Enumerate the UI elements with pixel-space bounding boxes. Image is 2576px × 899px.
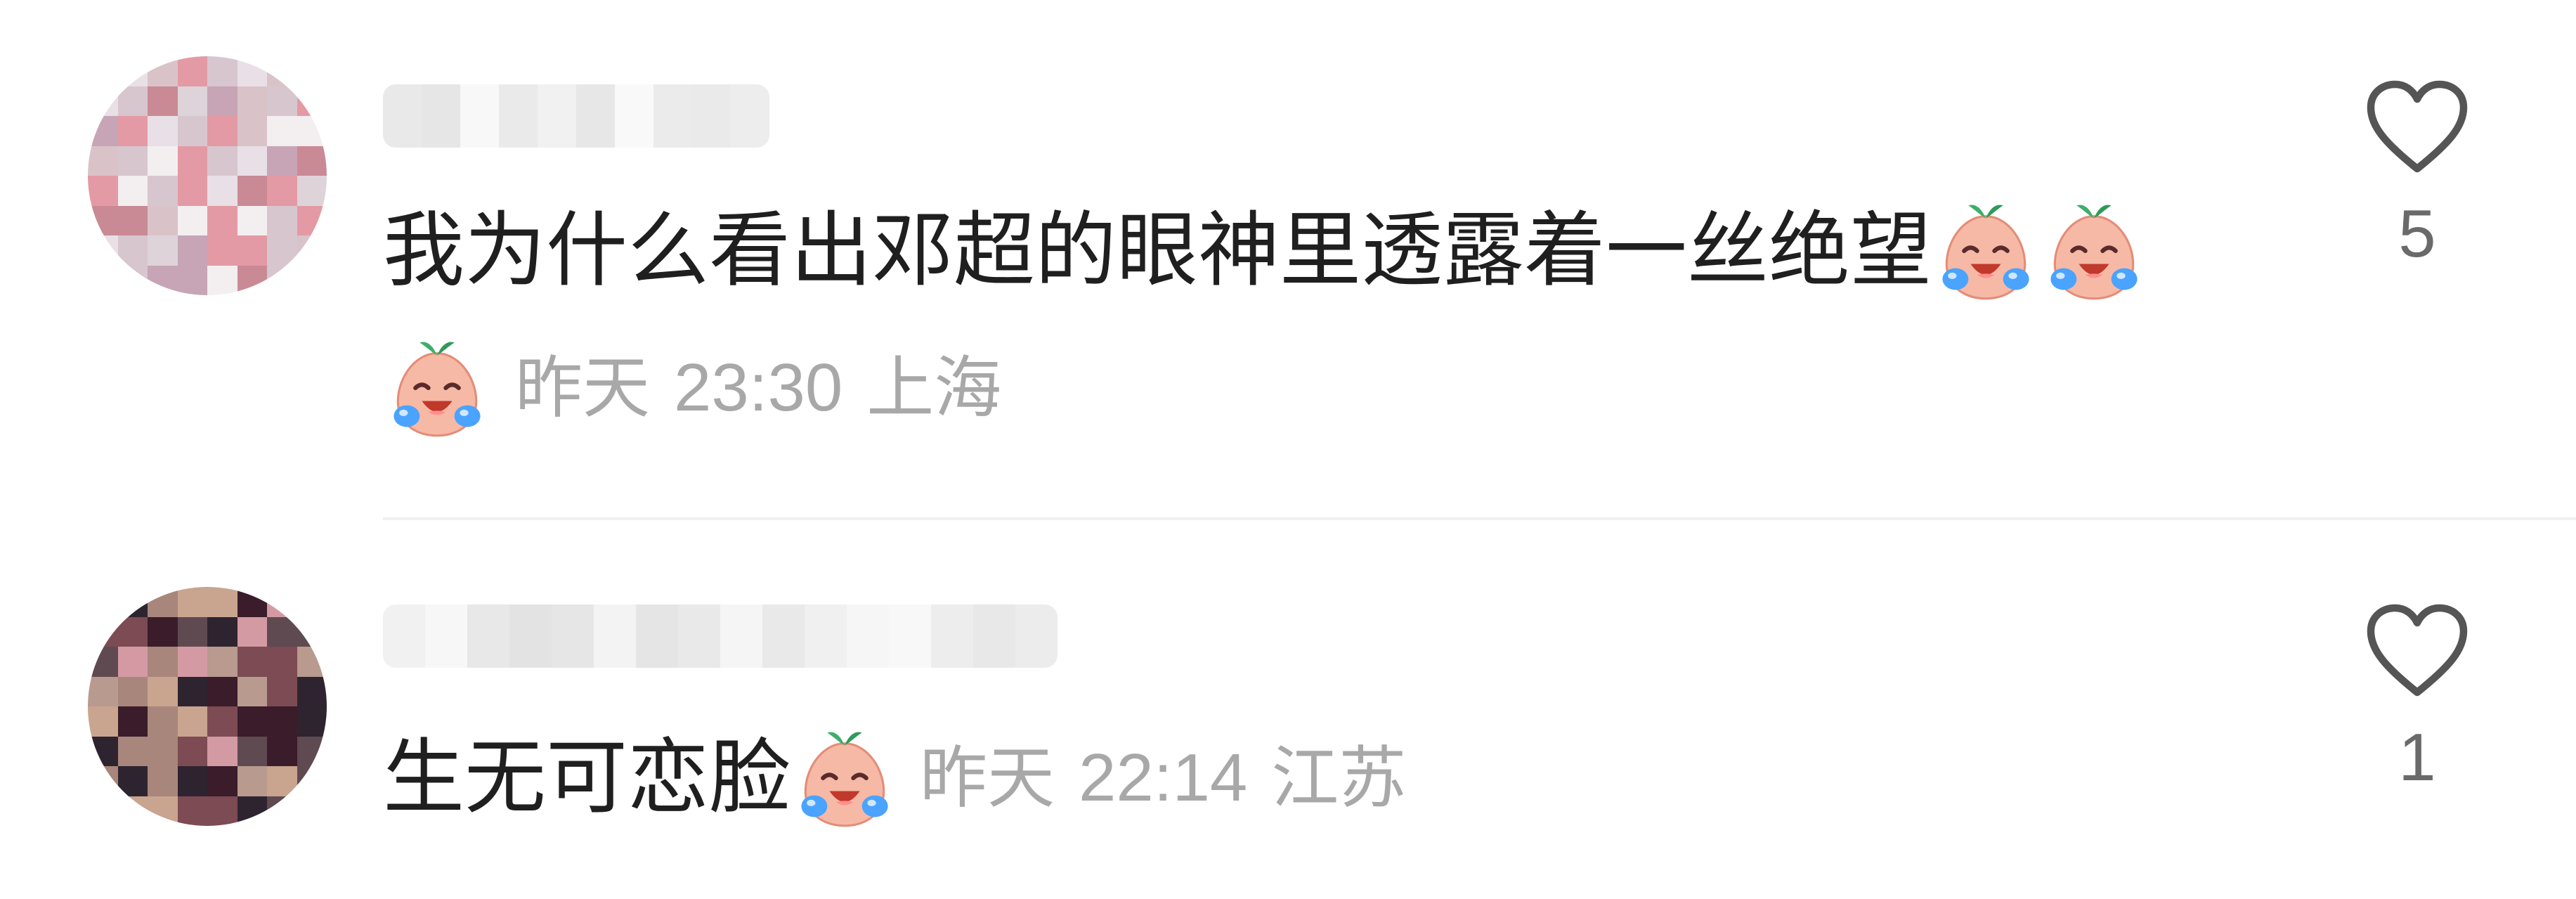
like-count: 1: [2398, 720, 2436, 795]
comment-meta: 昨天 23:30 上海: [383, 334, 1001, 442]
username-blurred[interactable]: [383, 84, 769, 148]
like-count: 5: [2398, 196, 2436, 271]
divider: [383, 517, 2576, 520]
avatar[interactable]: [88, 587, 327, 826]
comment-date: 昨天: [515, 349, 650, 427]
like-button[interactable]: 5: [2361, 77, 2473, 273]
comment-time: 22:14: [1079, 740, 1248, 815]
comment-text-content: 我为什么看出邓超的眼神里透露着一丝绝望: [383, 203, 1932, 298]
username-blurred[interactable]: [383, 604, 1058, 668]
comment-time: 23:30: [674, 350, 843, 425]
comment-text-content: 生无可恋脸: [383, 730, 791, 825]
laugh-cry-face-icon: [383, 334, 491, 442]
heart-icon[interactable]: [2364, 77, 2470, 176]
laugh-cry-face-icon: [2040, 197, 2148, 305]
comment-location: 江苏: [1271, 739, 1407, 817]
comment-text: 生无可恋脸 昨天 22:14 江苏: [383, 724, 1406, 832]
heart-icon[interactable]: [2364, 601, 2470, 699]
laugh-cry-face-icon: [1932, 197, 2040, 305]
comment-location: 上海: [866, 349, 1002, 427]
like-button[interactable]: 1: [2361, 601, 2473, 796]
comment-date: 昨天: [920, 739, 1055, 817]
avatar[interactable]: [88, 56, 327, 295]
comment-text: 我为什么看出邓超的眼神里透露着一丝绝望: [383, 197, 2148, 305]
laugh-cry-face-icon: [791, 724, 899, 832]
